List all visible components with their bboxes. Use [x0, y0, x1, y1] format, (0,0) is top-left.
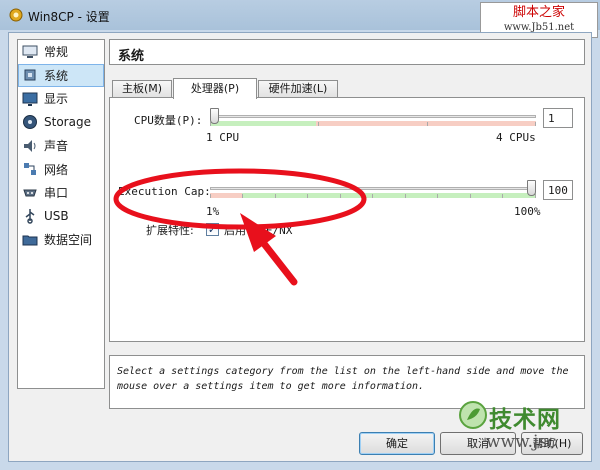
section-header: 系统 [109, 39, 585, 65]
cap-safe-zone [242, 193, 536, 198]
sidebar-item-label: 显示 [44, 92, 69, 107]
cap-slider-thumb[interactable] [527, 180, 536, 196]
ok-button[interactable]: 确定 [359, 432, 435, 455]
cap-max-label: 100% [514, 205, 541, 218]
watermark-url: www.jsc [486, 432, 557, 452]
processor-panel: CPU数量(P): 1 1 CPU 4 CPUs Execution Cap: … [109, 97, 585, 342]
slider-tick [372, 194, 373, 198]
slider-tick [502, 194, 503, 198]
cap-min-label: 1% [206, 205, 220, 218]
sidebar-item-system[interactable]: 系统 [18, 63, 104, 87]
slider-tick [275, 194, 276, 198]
sidebar-item-label: Storage [44, 115, 91, 130]
folder-icon [22, 235, 38, 246]
chip-icon [24, 69, 36, 81]
cpu-count-input[interactable]: 1 [543, 108, 573, 128]
pae-nx-label: 启用 PAE/NX [224, 224, 293, 237]
sidebar-item-audio[interactable]: 声音 [18, 134, 104, 158]
tab-processor[interactable]: 处理器(P) [173, 78, 257, 99]
sidebar-item-label: 网络 [44, 162, 69, 177]
slider-tick [535, 122, 536, 126]
slider-tick [242, 194, 243, 198]
watermark-bottom: 技术网 www.jsc [456, 398, 591, 462]
serial-icon [23, 189, 37, 197]
execution-cap-label: Execution Cap: [118, 185, 211, 198]
sidebar-item-label: 数据空间 [44, 233, 93, 248]
pae-nx-checkbox[interactable]: ✓ [206, 223, 219, 236]
network-icon [24, 163, 36, 176]
extended-features-label: 扩展特性: [146, 224, 194, 237]
sidebar-item-usb[interactable]: USB [18, 205, 104, 229]
slider-tick [307, 194, 308, 198]
sidebar-item-shared-folders[interactable]: 数据空间 [18, 228, 104, 252]
slider-tick [427, 122, 428, 126]
sidebar-item-general[interactable]: 常规 [18, 40, 104, 64]
sidebar-item-serial-ports[interactable]: 串口 [18, 181, 104, 205]
speaker-icon [24, 139, 36, 152]
slider-tick [470, 194, 471, 198]
sidebar-item-label: 串口 [44, 186, 69, 201]
cpu-risk-zone [316, 121, 536, 126]
sidebar-item-label: 声音 [44, 139, 69, 154]
help-text: Select a settings category from the list… [117, 366, 569, 392]
sidebar-item-label: 系统 [44, 68, 69, 83]
slider-tick [535, 194, 536, 198]
cpu-max-label: 4 CPUs [496, 131, 536, 144]
sidebar-item-network[interactable]: 网络 [18, 158, 104, 182]
usb-icon [25, 209, 35, 224]
slider-tick [318, 122, 319, 126]
sidebar-item-storage[interactable]: Storage [18, 111, 104, 135]
display-icon [22, 92, 38, 106]
disk-icon [23, 115, 37, 130]
window-title: Win8CP - 设置 [28, 10, 110, 24]
sidebar-item-display[interactable]: 显示 [18, 87, 104, 111]
sidebar-item-label: USB [44, 209, 69, 224]
watermark-site-name: 脚本之家 [512, 5, 565, 20]
gear-icon [9, 8, 23, 22]
slider-tick [210, 194, 211, 198]
cap-slider-track[interactable] [210, 187, 536, 190]
page-title: 系统 [118, 49, 145, 64]
sidebar-item-label: 常规 [44, 45, 69, 60]
cpu-slider-thumb[interactable] [210, 108, 219, 124]
cpu-count-label: CPU数量(P): [134, 114, 203, 127]
execution-cap-input[interactable]: 100 [543, 180, 573, 200]
slider-tick [405, 194, 406, 198]
cap-risk-zone [210, 193, 242, 198]
settings-category-list: 常规 系统 显示 Storage 声音 网络 串口 USB 数据空间 [17, 39, 105, 389]
monitor-icon [22, 45, 38, 58]
slider-tick [340, 194, 341, 198]
cpu-min-label: 1 CPU [206, 131, 240, 144]
slider-tick [437, 194, 438, 198]
leaf-logo-icon [459, 401, 487, 429]
tab-acceleration[interactable]: 硬件加速(L) [258, 80, 338, 97]
cpu-safe-zone [210, 121, 316, 126]
cpu-slider-track[interactable] [210, 115, 536, 118]
tab-motherboard[interactable]: 主板(M) [112, 80, 172, 97]
watermark-logo-text: 技术网 [489, 407, 561, 433]
